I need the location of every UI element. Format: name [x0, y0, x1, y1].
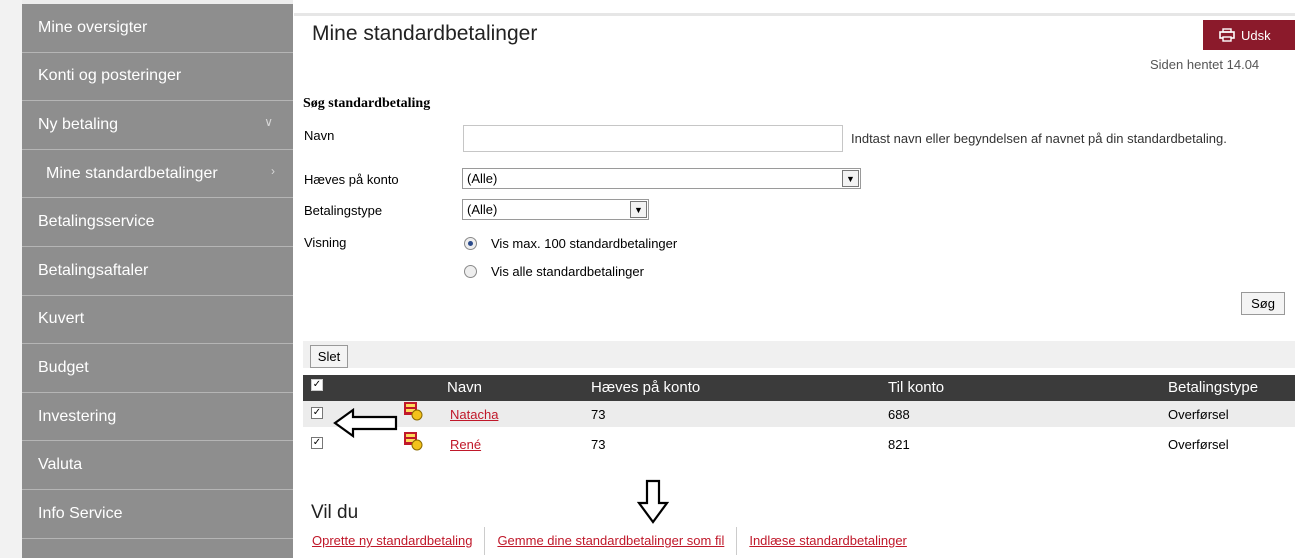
type-label: Betalingstype [304, 203, 383, 218]
page-title: Mine standardbetalinger [312, 22, 538, 45]
sidebar-item-investering[interactable]: Investering [22, 393, 293, 442]
search-button[interactable]: Søg [1241, 292, 1285, 315]
sidebar-item-label: Valuta [38, 456, 83, 474]
divider [484, 527, 486, 555]
sidebar-item-valuta[interactable]: Valuta [22, 441, 293, 490]
create-payment-link[interactable]: Oprette ny standardbetaling [312, 533, 472, 555]
type-select[interactable]: (Alle) ▼ [462, 199, 649, 220]
view-option-label: Vis alle standardbetalinger [491, 264, 644, 279]
table-row: ✓ Natacha 73 688 Overførsel [303, 401, 1295, 427]
account-select[interactable]: (Alle) ▼ [462, 168, 861, 189]
name-input[interactable] [463, 125, 843, 152]
account-select-value: (Alle) [467, 171, 498, 186]
left-gutter [0, 0, 23, 558]
sidebar-item-kuvert[interactable]: Kuvert [22, 296, 293, 345]
table-header: ✓ Navn Hæves på konto Til konto Betaling… [303, 375, 1295, 401]
chevron-right-icon: › [271, 163, 275, 178]
sidebar-item-label: Budget [38, 358, 89, 376]
account-label: Hæves på konto [304, 172, 399, 187]
row-to-account: 688 [888, 407, 910, 422]
row-checkbox[interactable]: ✓ [311, 407, 323, 419]
sidebar-item-budget[interactable]: Budget [22, 344, 293, 393]
row-from-account: 73 [591, 407, 606, 422]
name-label: Navn [304, 128, 335, 143]
radio-unselected[interactable] [464, 265, 477, 278]
payment-template-icon[interactable] [403, 431, 423, 451]
column-header-haeves[interactable]: Hæves på konto [591, 379, 700, 396]
print-label: Udsk [1241, 27, 1271, 43]
sidebar-item-mine-standardbetalinger[interactable]: Mine standardbetalinger › [22, 150, 293, 199]
top-divider [294, 13, 1295, 16]
row-name-link[interactable]: René [450, 437, 481, 452]
sidebar-item-ny-betaling[interactable]: Ny betaling ∨ [22, 101, 293, 150]
sidebar: Mine oversigter Konti og posteringer Ny … [22, 0, 293, 558]
printer-icon [1219, 28, 1235, 42]
radio-selected[interactable] [464, 237, 477, 250]
chevron-down-icon: ∨ [264, 115, 273, 130]
left-arrow-annotation [333, 407, 398, 439]
select-all-checkbox[interactable]: ✓ [311, 379, 323, 391]
sidebar-item-label: Betalingsservice [38, 213, 155, 231]
name-hint: Indtast navn eller begyndelsen af navnet… [851, 131, 1227, 146]
sidebar-item-label: Mine standardbetalinger [46, 164, 218, 182]
row-checkbox[interactable]: ✓ [311, 437, 323, 449]
sidebar-item-label: Mine oversigter [38, 18, 148, 36]
actions-bar: Oprette ny standardbetaling Gemme dine s… [312, 527, 907, 555]
sidebar-item-label: Ny betaling [38, 115, 119, 133]
view-option-max-100[interactable]: Vis max. 100 standardbetalinger [464, 236, 677, 251]
actions-heading: Vil du [311, 502, 359, 523]
sidebar-item-label: Betalingsaftaler [38, 261, 149, 279]
column-header-navn[interactable]: Navn [447, 379, 482, 396]
print-button[interactable]: Udsk [1203, 20, 1295, 50]
row-payment-type: Overførsel [1168, 407, 1229, 422]
sidebar-item-label: Investering [38, 407, 117, 425]
row-payment-type: Overførsel [1168, 437, 1229, 452]
sidebar-item-betalingsservice[interactable]: Betalingsservice [22, 198, 293, 247]
payment-template-icon[interactable] [403, 401, 423, 421]
search-section-title: Søg standardbetaling [303, 96, 431, 111]
chevron-down-icon: ▼ [630, 201, 647, 218]
row-name-link[interactable]: Natacha [450, 407, 498, 422]
chevron-down-icon: ▼ [842, 170, 859, 187]
view-option-all[interactable]: Vis alle standardbetalinger [464, 264, 644, 279]
down-arrow-annotation [637, 479, 669, 524]
table-toolbar [303, 341, 1295, 368]
sidebar-item-mine-oversigter[interactable]: Mine oversigter [22, 4, 293, 53]
row-from-account: 73 [591, 437, 606, 452]
column-header-betalingstype[interactable]: Betalingstype [1168, 379, 1258, 396]
view-label: Visning [304, 235, 347, 250]
save-as-file-link[interactable]: Gemme dine standardbetalinger som fil [497, 533, 724, 555]
import-link[interactable]: Indlæse standardbetalinger [749, 533, 907, 555]
view-option-label: Vis max. 100 standardbetalinger [491, 236, 678, 251]
table-row: ✓ René 73 821 Overførsel [303, 431, 1295, 457]
divider [736, 527, 738, 555]
sidebar-item-konti[interactable]: Konti og posteringer [22, 53, 293, 102]
sidebar-item-info-service[interactable]: Info Service [22, 490, 293, 539]
sidebar-item-label: Info Service [38, 504, 123, 522]
sidebar-item-label: Kuvert [38, 310, 85, 328]
page-fetched-timestamp: Siden hentet 14.04 [1150, 57, 1260, 72]
delete-button[interactable]: Slet [310, 345, 348, 368]
sidebar-item-label: Konti og posteringer [38, 67, 182, 85]
row-to-account: 821 [888, 437, 910, 452]
column-header-til-konto[interactable]: Til konto [888, 379, 944, 396]
type-select-value: (Alle) [467, 202, 498, 217]
sidebar-item-betalingsaftaler[interactable]: Betalingsaftaler [22, 247, 293, 296]
